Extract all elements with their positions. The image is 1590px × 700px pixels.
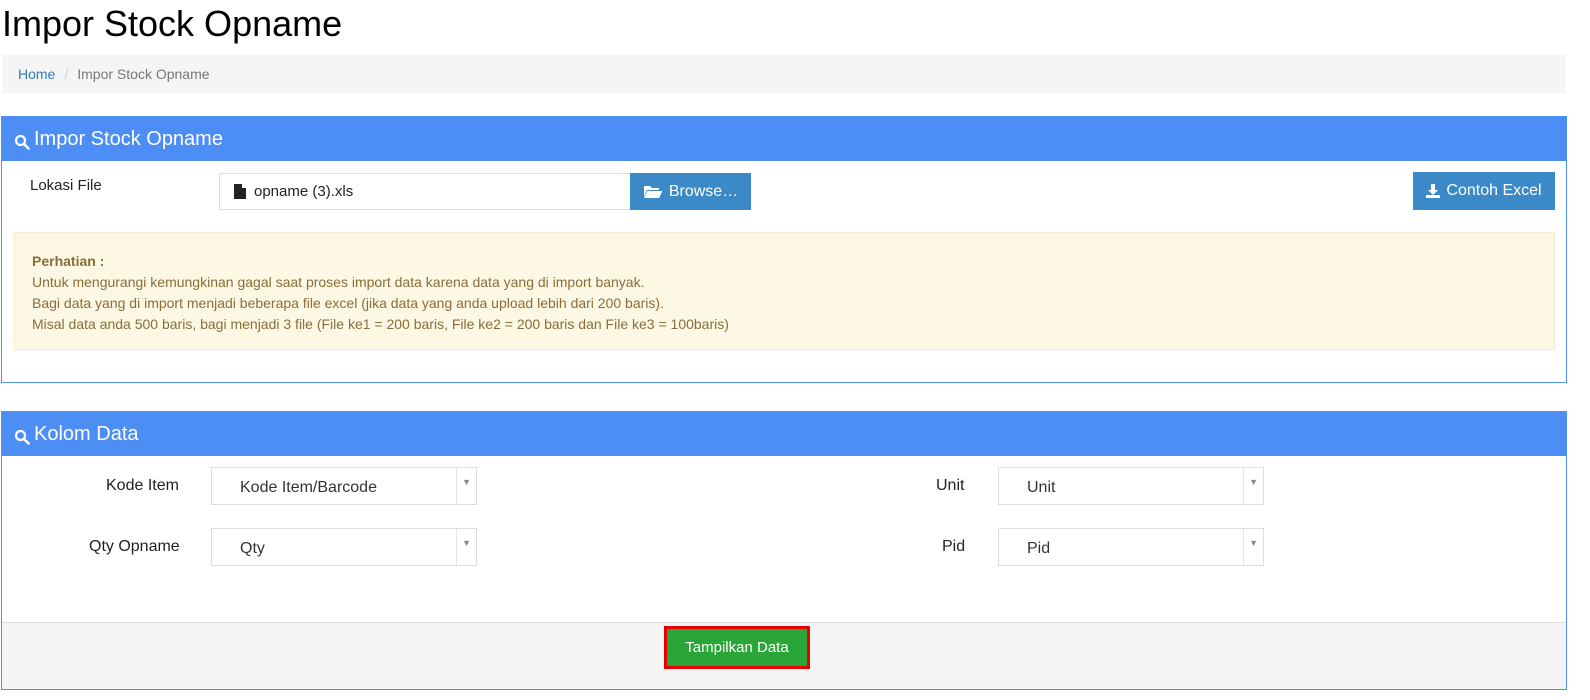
breadcrumb: Home / Impor Stock Opname [2,55,1566,93]
alert-line: Bagi data yang di import menjadi beberap… [32,295,664,311]
kode-item-label: Kode Item [106,477,179,494]
file-icon [234,184,246,199]
select-divider [1243,468,1244,504]
kolom-data-heading: Kolom Data [2,412,1566,456]
pid-value: Pid [1027,540,1051,557]
kode-item-value: Kode Item/Barcode [240,479,377,496]
browse-label: Browse… [668,182,739,200]
kolom-data-panel: Kolom Data Kode Item Kode Item/Barcode ▼… [1,411,1567,690]
pid-label: Pid [942,538,966,555]
search-icon [14,134,30,150]
qty-select[interactable]: Qty ▼ [211,528,477,566]
unit-select[interactable]: Unit ▼ [998,467,1264,505]
select-divider [1243,529,1244,565]
folder-open-icon [643,186,663,198]
kolom-data-title: Kolom Data [34,422,139,445]
caret-down-icon: ▼ [462,538,471,548]
pid-select[interactable]: Pid ▼ [998,528,1264,566]
caret-down-icon: ▼ [1249,477,1258,487]
select-divider [456,529,457,565]
select-divider [456,468,457,504]
search-icon [14,429,30,445]
contoh-excel-label: Contoh Excel [1446,182,1542,199]
alert-title: Perhatian : [32,253,105,269]
kode-item-select[interactable]: Kode Item/Barcode ▼ [211,467,477,505]
tampilkan-data-button[interactable]: Tampilkan Data [664,626,810,669]
warning-alert: Perhatian : Untuk mengurangi kemungkinan… [14,232,1555,350]
alert-line: Misal data anda 500 baris, bagi menjadi … [32,316,729,332]
page-title: Impor Stock Opname [2,3,343,44]
import-panel: Impor Stock Opname Lokasi File opname (3… [1,116,1567,383]
caret-down-icon: ▼ [462,477,471,487]
file-location-label: Lokasi File [30,177,102,194]
qty-opname-label: Qty Opname [89,538,180,555]
download-icon [1426,184,1441,198]
browse-button[interactable]: Browse… [630,173,751,210]
qty-value: Qty [240,540,265,557]
import-panel-heading: Impor Stock Opname [2,117,1566,161]
import-panel-title: Impor Stock Opname [34,127,223,150]
caret-down-icon: ▼ [1249,538,1258,548]
contoh-excel-button[interactable]: Contoh Excel [1413,172,1555,210]
unit-label: Unit [936,477,965,494]
unit-value: Unit [1027,479,1056,496]
breadcrumb-home-link[interactable]: Home [18,66,55,82]
breadcrumb-separator: / [64,66,69,82]
breadcrumb-current: Impor Stock Opname [77,66,210,82]
file-input[interactable]: opname (3).xls [219,173,631,210]
file-name: opname (3).xls [254,183,354,200]
panel-footer: Tampilkan Data [2,622,1566,689]
alert-line: Untuk mengurangi kemungkinan gagal saat … [32,274,645,290]
